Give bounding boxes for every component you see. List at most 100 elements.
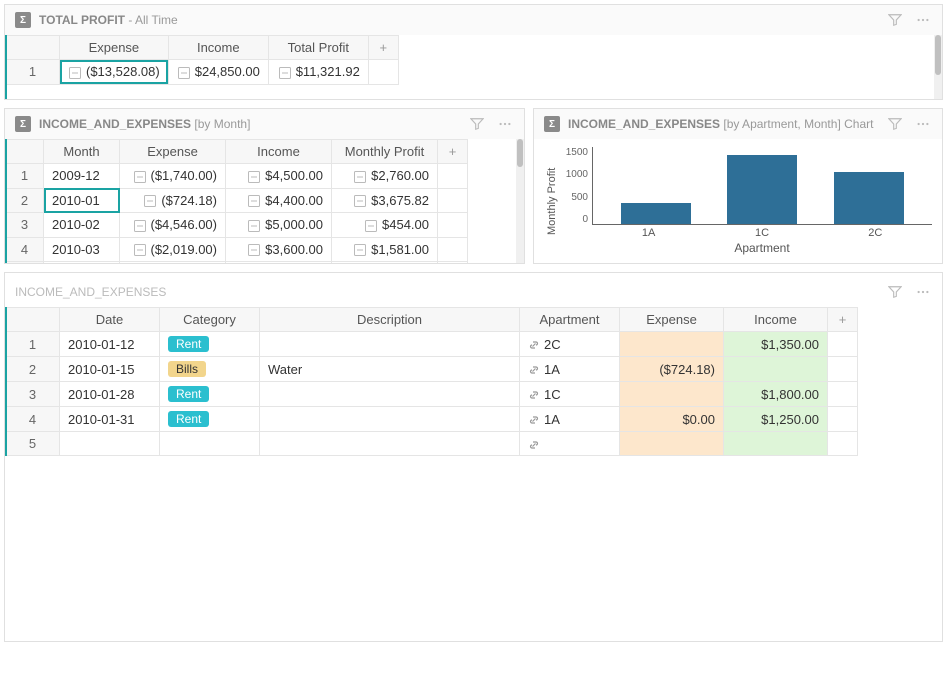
table-row[interactable]: 52010-04($2,011.56)$4,300.00$2,288.44	[6, 262, 524, 263]
chart-bar[interactable]	[621, 203, 691, 224]
chart-bar[interactable]	[727, 155, 797, 224]
detail-icon[interactable]	[247, 243, 261, 257]
col-monthly-profit[interactable]: Monthly Profit	[332, 140, 438, 164]
table-row[interactable]: 5	[6, 432, 942, 456]
cell-apartment[interactable]	[520, 432, 620, 456]
cell-monthly-profit[interactable]: $2,288.44	[332, 262, 438, 263]
row-number[interactable]: 3	[6, 382, 60, 407]
detail-icon[interactable]	[133, 170, 147, 184]
more-icon[interactable]	[914, 283, 932, 301]
cell-month[interactable]: 2010-04	[44, 262, 120, 263]
cell-expense[interactable]: ($13,528.08)	[60, 60, 169, 85]
cell-apartment[interactable]: 2C	[520, 332, 620, 357]
cell-expense[interactable]	[620, 332, 724, 357]
col-expense[interactable]: Expense	[60, 36, 169, 60]
cell-date[interactable]	[60, 432, 160, 456]
cell-income[interactable]: $1,350.00	[724, 332, 828, 357]
cell-apartment[interactable]: 1A	[520, 357, 620, 382]
cell-monthly-profit[interactable]: $1,581.00	[332, 237, 438, 262]
detail-icon[interactable]	[278, 66, 292, 80]
table-row[interactable]: 1 ($13,528.08) $24,850.00 $11,321.92	[6, 60, 399, 85]
col-total-profit[interactable]: Total Profit	[268, 36, 368, 60]
cell-income[interactable]	[724, 432, 828, 456]
detail-icon[interactable]	[247, 194, 261, 208]
row-number[interactable]: 1	[6, 164, 44, 189]
table-row[interactable]: 22010-01($724.18)$4,400.00$3,675.82	[6, 188, 524, 213]
table-row[interactable]: 42010-01-31Rent1A$0.00$1,250.00	[6, 407, 942, 432]
detail-icon[interactable]	[247, 219, 261, 233]
detail-icon[interactable]	[68, 66, 82, 80]
cell-category[interactable]: Bills	[160, 357, 260, 382]
cell-income[interactable]	[724, 357, 828, 382]
cell-description[interactable]: Water	[260, 357, 520, 382]
cell-date[interactable]: 2010-01-12	[60, 332, 160, 357]
cell-description[interactable]	[260, 407, 520, 432]
add-column-button[interactable]: +	[368, 36, 398, 60]
cell-description[interactable]	[260, 382, 520, 407]
cell-month[interactable]: 2010-02	[44, 213, 120, 238]
col-category[interactable]: Category	[160, 308, 260, 332]
filter-icon[interactable]	[886, 11, 904, 29]
table-row[interactable]: 42010-03($2,019.00)$3,600.00$1,581.00	[6, 237, 524, 262]
row-number[interactable]: 4	[6, 407, 60, 432]
cell-expense[interactable]: $0.00	[620, 407, 724, 432]
detail-icon[interactable]	[364, 219, 378, 233]
cell-date[interactable]: 2010-01-28	[60, 382, 160, 407]
cell-monthly-profit[interactable]: $3,675.82	[332, 188, 438, 213]
detail-icon[interactable]	[353, 194, 367, 208]
cell-category[interactable]: Rent	[160, 382, 260, 407]
detail-icon[interactable]	[353, 170, 367, 184]
col-expense[interactable]: Expense	[620, 308, 724, 332]
add-column-button[interactable]: +	[828, 308, 858, 332]
detail-icon[interactable]	[247, 170, 261, 184]
chart-bar[interactable]	[834, 172, 904, 224]
col-income[interactable]: Income	[724, 308, 828, 332]
filter-icon[interactable]	[886, 115, 904, 133]
cell-expense[interactable]: ($724.18)	[620, 357, 724, 382]
col-date[interactable]: Date	[60, 308, 160, 332]
cell-date[interactable]: 2010-01-15	[60, 357, 160, 382]
cell-description[interactable]	[260, 332, 520, 357]
cell-apartment[interactable]: 1C	[520, 382, 620, 407]
cell-income[interactable]: $24,850.00	[168, 60, 268, 85]
cell-category[interactable]: Rent	[160, 332, 260, 357]
filter-icon[interactable]	[886, 283, 904, 301]
cell-expense[interactable]: ($724.18)	[120, 188, 226, 213]
col-month[interactable]: Month	[44, 140, 120, 164]
cell-month[interactable]: 2009-12	[44, 164, 120, 189]
more-icon[interactable]	[496, 115, 514, 133]
cell-monthly-profit[interactable]: $2,760.00	[332, 164, 438, 189]
detail-icon[interactable]	[143, 194, 157, 208]
col-expense[interactable]: Expense	[120, 140, 226, 164]
add-column-button[interactable]: +	[438, 140, 468, 164]
table-row[interactable]: 22010-01-15BillsWater1A($724.18)	[6, 357, 942, 382]
cell-expense[interactable]: ($1,740.00)	[120, 164, 226, 189]
cell-income[interactable]: $1,250.00	[724, 407, 828, 432]
cell-total-profit[interactable]: $11,321.92	[268, 60, 368, 85]
cell-apartment[interactable]: 1A	[520, 407, 620, 432]
cell-category[interactable]: Rent	[160, 407, 260, 432]
detail-icon[interactable]	[133, 243, 147, 257]
col-income[interactable]: Income	[226, 140, 332, 164]
row-number[interactable]: 1	[6, 60, 60, 85]
scrollbar[interactable]	[934, 35, 942, 99]
more-icon[interactable]	[914, 115, 932, 133]
row-number[interactable]: 4	[6, 237, 44, 262]
row-number[interactable]: 5	[6, 432, 60, 456]
col-apartment[interactable]: Apartment	[520, 308, 620, 332]
cell-expense[interactable]: ($4,546.00)	[120, 213, 226, 238]
cell-category[interactable]	[160, 432, 260, 456]
cell-expense[interactable]	[620, 382, 724, 407]
detail-icon[interactable]	[177, 66, 191, 80]
cell-expense[interactable]: ($2,019.00)	[120, 237, 226, 262]
cell-month[interactable]: 2010-01	[44, 188, 120, 213]
cell-income[interactable]: $1,800.00	[724, 382, 828, 407]
filter-icon[interactable]	[468, 115, 486, 133]
row-number[interactable]: 2	[6, 188, 44, 213]
cell-month[interactable]: 2010-03	[44, 237, 120, 262]
cell-income[interactable]: $3,600.00	[226, 237, 332, 262]
cell-description[interactable]	[260, 432, 520, 456]
cell-income[interactable]: $4,300.00	[226, 262, 332, 263]
cell-monthly-profit[interactable]: $454.00	[332, 213, 438, 238]
more-icon[interactable]	[914, 11, 932, 29]
